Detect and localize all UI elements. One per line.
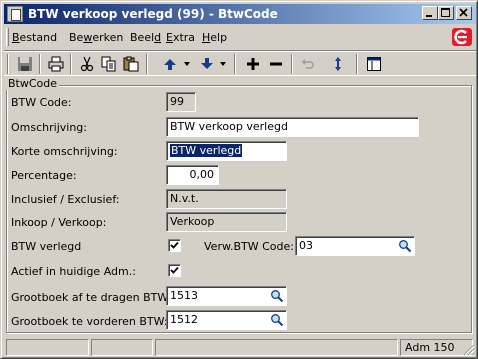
grootboek-te-field[interactable]: 1512 — [166, 310, 287, 330]
next-dropdown[interactable] — [218, 54, 228, 74]
close-icon — [459, 8, 468, 17]
checkmark-icon — [170, 266, 179, 274]
search-icon[interactable] — [398, 239, 412, 253]
logo-icon — [454, 29, 467, 45]
grootboek-af-field[interactable]: 1513 — [166, 286, 287, 306]
maximize-icon — [441, 8, 450, 17]
grootboek-af-value: 1513 — [170, 289, 198, 302]
previous-button[interactable] — [159, 54, 181, 74]
print-button[interactable] — [45, 54, 67, 74]
status-pane — [6, 339, 89, 356]
save-icon — [18, 57, 32, 71]
btw-verlegd-checkbox[interactable] — [168, 239, 181, 252]
status-bar: Adm 150 — [4, 337, 476, 357]
btw-code-field: 99 — [166, 92, 196, 112]
minus-icon — [270, 62, 282, 66]
arrow-up-icon — [164, 59, 176, 70]
title-bar[interactable]: BTW verkoop verlegd (99) - BtwCode — [4, 4, 476, 24]
copy-button[interactable] — [98, 54, 120, 74]
verw-btw-code-field[interactable]: 03 — [295, 236, 415, 256]
inkoop-verkoop-field[interactable]: Verkoop — [166, 212, 287, 232]
actief-label: Actief in huidige Adm.: — [11, 265, 136, 278]
inclusief-label: Inclusief / Exclusief: — [11, 193, 120, 206]
refresh-button[interactable] — [327, 54, 349, 74]
omschrijving-field[interactable]: BTW verkoop verlegd — [166, 117, 419, 137]
add-button[interactable] — [242, 54, 264, 74]
menu-bewerken[interactable]: Bewerken — [69, 31, 123, 44]
chevron-down-icon — [184, 62, 190, 66]
refresh-icon — [335, 57, 341, 71]
minimize-icon — [426, 15, 432, 17]
cut-button[interactable] — [76, 54, 98, 74]
chevron-down-icon — [220, 62, 226, 66]
window-title: BTW verkoop verlegd (99) - BtwCode — [28, 7, 278, 21]
minimize-button[interactable] — [422, 6, 438, 20]
selected-text: BTW verlegd — [170, 144, 243, 157]
paste-button[interactable] — [120, 54, 142, 74]
close-button[interactable] — [456, 6, 472, 20]
omschrijving-label: Omschrijving: — [11, 121, 87, 134]
toolbar-separator — [146, 54, 148, 74]
app-logo — [452, 28, 472, 46]
toolbar-separator — [356, 54, 358, 74]
app-window: BTW verkoop verlegd (99) - BtwCode Besta… — [0, 0, 478, 359]
inkoop-verkoop-label: Inkoop / Verkoop: — [11, 216, 107, 229]
maximize-button[interactable] — [438, 6, 454, 20]
toolbar-separator — [291, 54, 293, 74]
cut-icon — [80, 56, 94, 72]
status-pane — [155, 339, 398, 356]
status-pane — [91, 339, 153, 356]
menu-bar: Bestand Bewerken Beeld Extra Help — [4, 25, 476, 49]
actief-checkbox[interactable] — [168, 264, 181, 277]
window-layout-button[interactable] — [363, 54, 385, 74]
search-icon[interactable] — [270, 313, 284, 327]
arrow-down-icon — [201, 58, 213, 69]
toolbar-grip[interactable] — [7, 54, 9, 74]
previous-dropdown[interactable] — [182, 54, 192, 74]
btw-code-label: BTW Code: — [11, 96, 72, 109]
plus-icon — [247, 58, 259, 70]
menu-help[interactable]: Help — [202, 31, 227, 44]
menu-bestand[interactable]: Bestand — [12, 31, 57, 44]
undo-icon — [302, 59, 314, 69]
toolbar-separator — [39, 54, 41, 74]
window-icon — [367, 57, 381, 71]
inclusief-field[interactable]: N.v.t. — [166, 189, 287, 209]
toolbar-separator — [234, 54, 236, 74]
menu-grip[interactable] — [6, 28, 9, 46]
save-button[interactable] — [14, 54, 36, 74]
toolbar — [4, 50, 476, 76]
korte-omschrijving-label: Korte omschrijving: — [11, 145, 118, 158]
undo-button[interactable] — [297, 54, 319, 74]
btw-verlegd-label: BTW verlegd — [11, 240, 82, 253]
paste-icon — [123, 56, 139, 72]
search-icon[interactable] — [270, 289, 284, 303]
resize-grip-icon[interactable] — [463, 344, 475, 356]
grootboek-af-label: Grootboek af te dragen BTW: — [11, 291, 172, 304]
app-icon[interactable] — [7, 6, 23, 22]
menu-extra[interactable]: Extra — [166, 31, 195, 44]
next-button[interactable] — [196, 54, 218, 74]
menu-beeld[interactable]: Beeld — [130, 31, 161, 44]
korte-omschrijving-field[interactable]: BTW verlegd — [166, 141, 287, 161]
grootboek-te-value: 1512 — [170, 313, 198, 326]
toolbar-separator — [70, 54, 72, 74]
group-legend: BtwCode — [6, 77, 60, 90]
verw-btw-code-value: 03 — [299, 239, 313, 252]
percentage-label: Percentage: — [11, 169, 77, 182]
print-icon — [48, 56, 64, 72]
percentage-field[interactable]: 0,00 — [166, 165, 219, 185]
delete-button[interactable] — [265, 54, 287, 74]
verw-btw-code-label: Verw.BTW Code: — [204, 240, 294, 253]
checkmark-icon — [170, 241, 179, 249]
copy-icon — [101, 56, 116, 72]
grootboek-te-label: Grootboek te vorderen BTW: — [11, 315, 168, 328]
